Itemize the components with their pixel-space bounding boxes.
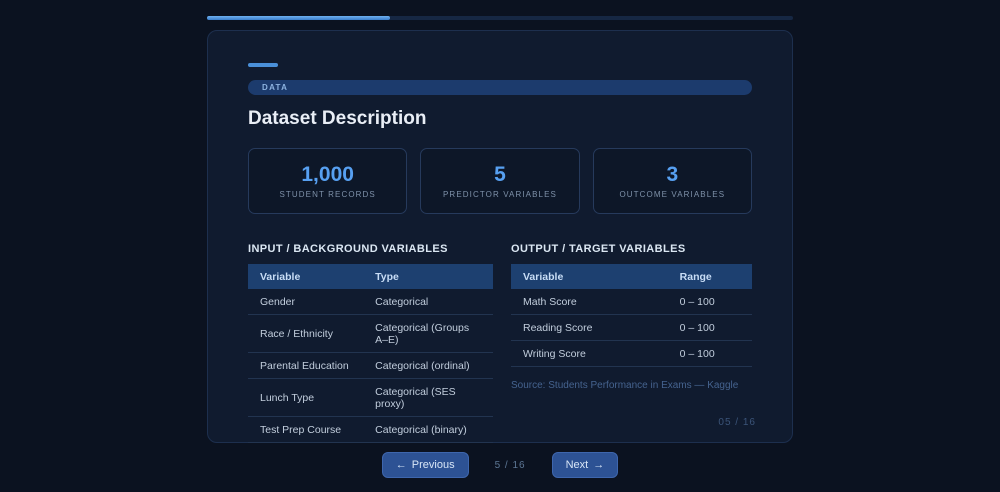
table-row: Math Score 0 – 100 xyxy=(511,289,752,315)
cell-variable: Lunch Type xyxy=(248,378,364,417)
cell-type: Categorical (binary) xyxy=(363,416,493,443)
cell-variable: Math Score xyxy=(511,289,668,315)
table-row: Test Prep Course Categorical (binary) xyxy=(248,416,493,443)
column-header-range: Range xyxy=(667,264,752,289)
tables-row: INPUT / BACKGROUND VARIABLES Variable Ty… xyxy=(248,243,752,443)
stat-label: OUTCOME VARIABLES xyxy=(619,190,726,199)
accent-dash xyxy=(248,63,278,67)
stat-card-student-records: 1,000 STUDENT RECORDS xyxy=(248,148,408,214)
slide-progress-bar xyxy=(207,16,793,20)
previous-button-label: Previous xyxy=(411,459,455,471)
stat-card-predictor-variables: 5 PREDICTOR VARIABLES xyxy=(420,148,580,214)
stat-card-outcome-variables: 3 OUTCOME VARIABLES xyxy=(592,148,752,214)
section-badge-label: DATA xyxy=(262,83,289,92)
output-variables-table: Variable Range Math Score 0 – 100 Readin… xyxy=(511,264,752,367)
arrow-left-icon: ← xyxy=(395,459,407,471)
column-header-variable: Variable xyxy=(511,264,668,289)
cell-variable: Reading Score xyxy=(511,314,668,341)
stat-value: 3 xyxy=(666,163,679,186)
input-variables-section: INPUT / BACKGROUND VARIABLES Variable Ty… xyxy=(248,243,493,443)
cell-range: 0 – 100 xyxy=(667,340,752,367)
cell-variable: Race / Ethnicity xyxy=(248,314,364,353)
slide-navigation: ← Previous 5 / 16 Next → xyxy=(0,452,1000,478)
next-button[interactable]: Next → xyxy=(551,452,619,478)
stat-label: PREDICTOR VARIABLES xyxy=(443,190,557,199)
table-header-row: Variable Type xyxy=(248,264,493,289)
cell-variable: Gender xyxy=(248,289,364,315)
stat-value: 5 xyxy=(494,163,506,186)
next-button-label: Next xyxy=(565,459,589,471)
stats-row: 1,000 STUDENT RECORDS 5 PREDICTOR VARIAB… xyxy=(248,148,752,214)
output-variables-title: OUTPUT / TARGET VARIABLES xyxy=(511,243,686,255)
column-header-type: Type xyxy=(363,264,493,289)
input-variables-title: INPUT / BACKGROUND VARIABLES xyxy=(248,243,448,255)
cell-variable: Test Prep Course xyxy=(248,416,364,443)
section-badge: DATA xyxy=(248,80,752,95)
table-row: Gender Categorical xyxy=(248,289,493,315)
table-row: Reading Score 0 – 100 xyxy=(511,314,752,341)
table-row: Parental Education Categorical (ordinal) xyxy=(248,352,493,379)
table-row: Writing Score 0 – 100 xyxy=(511,340,752,367)
output-variables-section: OUTPUT / TARGET VARIABLES Variable Range… xyxy=(511,243,752,443)
table-row: Lunch Type Categorical (SES proxy) xyxy=(248,378,493,417)
stat-value: 1,000 xyxy=(301,163,354,186)
cell-variable: Writing Score xyxy=(511,340,668,367)
slide-page-indicator: 05 / 16 xyxy=(718,417,756,428)
column-header-variable: Variable xyxy=(248,264,364,289)
slide-progress-fill xyxy=(207,16,391,20)
slide-card: DATA Dataset Description 1,000 STUDENT R… xyxy=(207,30,793,443)
cell-type: Categorical (ordinal) xyxy=(363,352,493,379)
cell-variable: Parental Education xyxy=(248,352,364,379)
stat-label: STUDENT RECORDS xyxy=(279,190,376,199)
input-variables-table: Variable Type Gender Categorical Race / … xyxy=(248,264,493,443)
table-header-row: Variable Range xyxy=(511,264,752,289)
page-title: Dataset Description xyxy=(248,108,427,129)
table-row: Race / Ethnicity Categorical (Groups A–E… xyxy=(248,314,493,353)
cell-range: 0 – 100 xyxy=(667,314,752,341)
arrow-right-icon: → xyxy=(593,459,605,471)
data-source-note: Source: Students Performance in Exams — … xyxy=(511,380,739,391)
cell-type: Categorical (Groups A–E) xyxy=(363,314,493,353)
slide-counter: 5 / 16 xyxy=(494,459,526,471)
cell-type: Categorical xyxy=(363,289,493,315)
cell-type: Categorical (SES proxy) xyxy=(363,378,493,417)
app-background: DATA Dataset Description 1,000 STUDENT R… xyxy=(0,0,1000,492)
cell-range: 0 – 100 xyxy=(667,289,752,315)
previous-button[interactable]: ← Previous xyxy=(381,452,469,478)
